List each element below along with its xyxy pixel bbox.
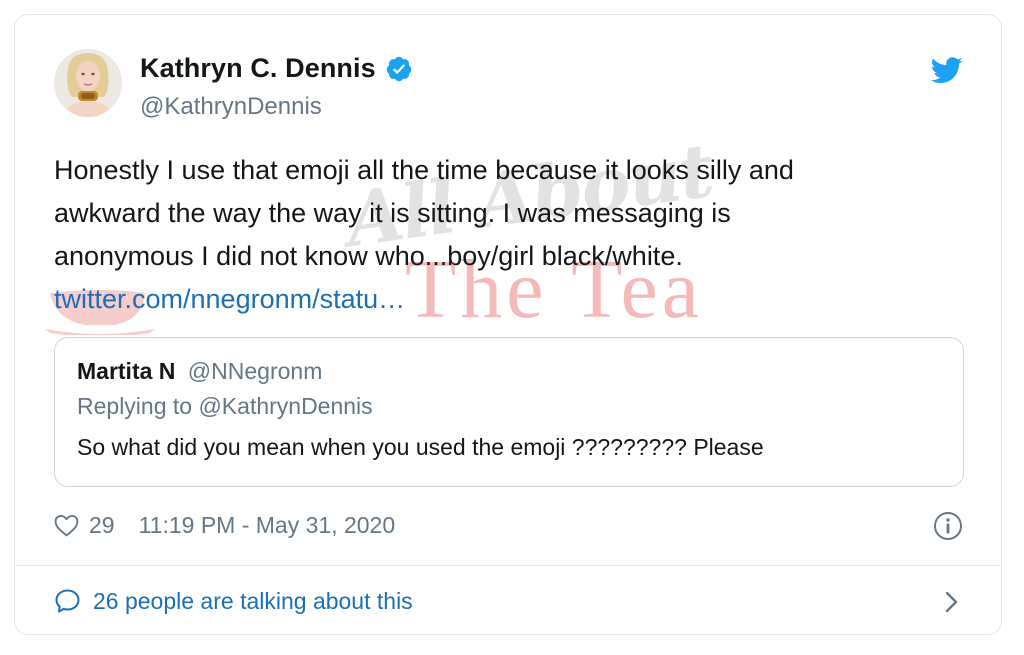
quoted-author: Martita N @NNegronm bbox=[77, 358, 322, 385]
quoted-author-name: Martita N bbox=[77, 358, 176, 384]
like-count[interactable]: 29 bbox=[89, 512, 115, 539]
verified-badge-icon bbox=[386, 56, 411, 81]
conversation-link[interactable]: 26 people are talking about this bbox=[54, 581, 963, 621]
tweet-text-line: anonymous I did not know who...boy/girl … bbox=[54, 241, 683, 271]
quoted-tweet-text: So what did you mean when you used the e… bbox=[77, 434, 764, 460]
conversation-count-text[interactable]: 26 people are talking about this bbox=[93, 588, 413, 615]
chevron-right-icon[interactable] bbox=[945, 591, 959, 613]
quoted-author-handle: @NNegronm bbox=[187, 358, 323, 384]
tweet-text: Honestly I use that emoji all the time b… bbox=[54, 149, 954, 321]
speech-bubble-icon bbox=[55, 589, 80, 613]
tweet-link[interactable]: twitter.com/nnegronm/statu… bbox=[54, 278, 954, 321]
author-display-name[interactable]: Kathryn C. Dennis bbox=[140, 53, 376, 84]
twitter-bird-icon[interactable] bbox=[931, 57, 963, 84]
avatar[interactable] bbox=[54, 49, 122, 117]
tweet-text-line: awkward the way the way it is sitting. I… bbox=[54, 198, 731, 228]
quoted-tweet[interactable]: Martita N @NNegronm Replying to @Kathryn… bbox=[54, 337, 964, 487]
tweet-header: Kathryn C. Dennis @KathrynDennis bbox=[15, 15, 1001, 135]
author-handle[interactable]: @KathrynDennis bbox=[140, 93, 322, 121]
avatar-image bbox=[54, 49, 122, 117]
divider bbox=[15, 565, 1001, 566]
tweet-card[interactable]: All About The Tea Kathryn C. Dennis @Kat… bbox=[14, 14, 1002, 635]
author-name-row: Kathryn C. Dennis bbox=[140, 53, 413, 84]
tweet-timestamp[interactable]: 11:19 PM - May 31, 2020 bbox=[139, 512, 396, 539]
tweet-text-line: Honestly I use that emoji all the time b… bbox=[54, 155, 794, 185]
heart-icon[interactable] bbox=[54, 514, 79, 537]
info-icon[interactable] bbox=[933, 511, 963, 541]
quoted-replying-to: Replying to @KathrynDennis bbox=[77, 393, 373, 419]
tweet-meta: 29 11:19 PM - May 31, 2020 bbox=[54, 507, 963, 543]
